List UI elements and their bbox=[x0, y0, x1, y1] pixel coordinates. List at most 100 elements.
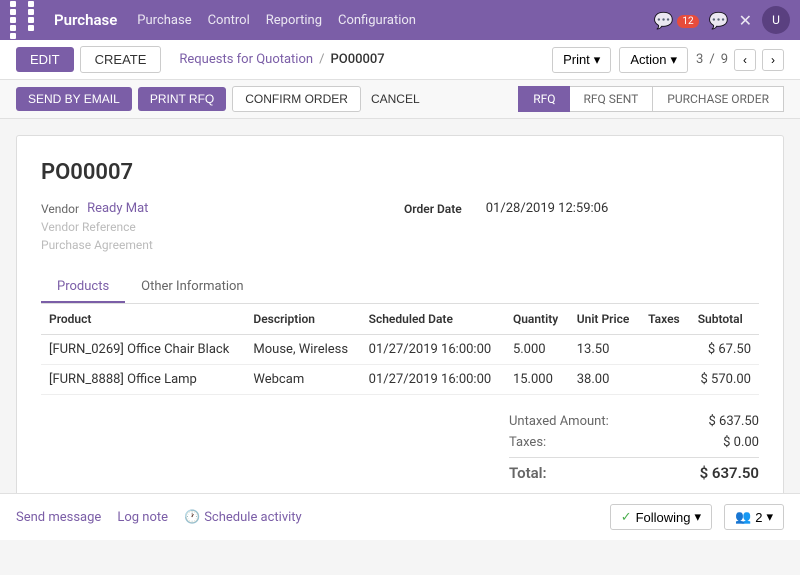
vendor-value[interactable]: Ready Mat bbox=[87, 201, 148, 216]
col-taxes: Taxes bbox=[640, 304, 690, 335]
status-tab-rfq[interactable]: RFQ bbox=[518, 86, 569, 112]
row1-product: [FURN_0269] Office Chair Black bbox=[41, 335, 245, 365]
status-tab-rfq-sent[interactable]: RFQ SENT bbox=[570, 86, 653, 112]
send-message-link[interactable]: Send message bbox=[16, 510, 101, 525]
totals-table: Untaxed Amount: $ 637.50 Taxes: $ 0.00 T… bbox=[509, 411, 759, 485]
action-chevron-icon: ▾ bbox=[670, 52, 677, 68]
cancel-button[interactable]: CANCEL bbox=[367, 87, 424, 111]
col-subtotal: Subtotal bbox=[690, 304, 759, 335]
navbar-menu-purchase[interactable]: Purchase bbox=[137, 9, 191, 32]
total-label: Total: bbox=[509, 464, 571, 482]
row2-subtotal: $ 570.00 bbox=[690, 365, 759, 395]
row2-description: Webcam bbox=[245, 365, 360, 395]
table-row[interactable]: [FURN_8888] Office Lamp Webcam 01/27/201… bbox=[41, 365, 759, 395]
totals-section: Untaxed Amount: $ 637.50 Taxes: $ 0.00 T… bbox=[41, 411, 759, 485]
notifications-icon[interactable]: 💬 12 bbox=[654, 11, 699, 30]
table-row[interactable]: [FURN_0269] Office Chair Black Mouse, Wi… bbox=[41, 335, 759, 365]
action-button[interactable]: Action ▾ bbox=[619, 47, 688, 73]
breadcrumb-parent[interactable]: Requests for Quotation bbox=[179, 52, 313, 67]
pagination-separator: / bbox=[709, 52, 714, 67]
create-button[interactable]: CREATE bbox=[80, 46, 162, 73]
action-label: Action bbox=[630, 52, 666, 67]
untaxed-label: Untaxed Amount: bbox=[509, 414, 633, 429]
row1-taxes bbox=[640, 335, 690, 365]
col-description: Description bbox=[245, 304, 360, 335]
col-unit-price: Unit Price bbox=[569, 304, 640, 335]
vendor-reference-label: Vendor Reference bbox=[41, 220, 136, 234]
table-header-row: Product Description Scheduled Date Quant… bbox=[41, 304, 759, 335]
following-label: Following bbox=[636, 510, 691, 525]
followers-chevron-icon: ▾ bbox=[766, 509, 773, 525]
pagination-total: 9 bbox=[721, 52, 728, 67]
breadcrumb: EDIT CREATE Requests for Quotation / PO0… bbox=[16, 46, 385, 73]
pagination-prev-button[interactable]: ‹ bbox=[734, 49, 756, 71]
breadcrumb-current: PO00007 bbox=[330, 52, 384, 67]
vendor-field: Vendor Ready Mat bbox=[41, 201, 396, 216]
action-bar: SEND BY EMAIL PRINT RFQ CONFIRM ORDER CA… bbox=[0, 80, 800, 119]
row2-scheduled-date: 01/27/2019 16:00:00 bbox=[361, 365, 505, 395]
apps-menu-button[interactable] bbox=[10, 1, 44, 39]
order-date-value: 01/28/2019 12:59:06 bbox=[486, 201, 609, 216]
untaxed-value: $ 637.50 bbox=[709, 414, 760, 429]
col-product: Product bbox=[41, 304, 245, 335]
doc-tabs: Products Other Information bbox=[41, 272, 759, 304]
status-tabs: RFQ RFQ SENT PURCHASE ORDER bbox=[518, 86, 784, 112]
row1-description: Mouse, Wireless bbox=[245, 335, 360, 365]
app-name: Purchase bbox=[54, 11, 117, 29]
bottom-right: ✓ Following ▾ 👥 2 ▾ bbox=[610, 504, 784, 530]
bottom-bar: Send message Log note 🕐 Schedule activit… bbox=[0, 493, 800, 540]
bottom-actions: Send message Log note 🕐 Schedule activit… bbox=[16, 510, 302, 525]
row2-unit-price: 38.00 bbox=[569, 365, 640, 395]
navbar-menu-reporting[interactable]: Reporting bbox=[266, 9, 322, 32]
row2-taxes bbox=[640, 365, 690, 395]
print-chevron-icon: ▾ bbox=[594, 52, 601, 68]
confirm-order-button[interactable]: CONFIRM ORDER bbox=[232, 86, 361, 112]
checkmark-icon: ✓ bbox=[621, 509, 632, 525]
followers-icon: 👥 bbox=[735, 509, 751, 525]
log-note-link[interactable]: Log note bbox=[117, 510, 168, 525]
purchase-agreement-field: Purchase Agreement bbox=[41, 238, 396, 252]
followers-button[interactable]: 👥 2 ▾ bbox=[724, 504, 784, 530]
notification-badge: 12 bbox=[677, 15, 698, 28]
send-email-button[interactable]: SEND BY EMAIL bbox=[16, 87, 132, 111]
total-row: Total: $ 637.50 bbox=[509, 457, 759, 485]
print-button[interactable]: Print ▾ bbox=[552, 47, 611, 73]
row2-quantity: 15.000 bbox=[505, 365, 569, 395]
purchase-agreement-label: Purchase Agreement bbox=[41, 238, 153, 252]
following-chevron-icon: ▾ bbox=[695, 509, 702, 525]
col-quantity: Quantity bbox=[505, 304, 569, 335]
document-fields: Vendor Ready Mat Vendor Reference Purcha… bbox=[41, 201, 759, 252]
tab-other-information[interactable]: Other Information bbox=[125, 272, 259, 303]
chat-icon[interactable]: 💬 bbox=[709, 11, 729, 30]
taxes-label: Taxes: bbox=[509, 435, 570, 450]
breadcrumb-separator: / bbox=[319, 52, 324, 67]
navbar: Purchase Purchase Control Reporting Conf… bbox=[0, 0, 800, 40]
vendor-reference-field: Vendor Reference bbox=[41, 220, 396, 234]
row1-quantity: 5.000 bbox=[505, 335, 569, 365]
row2-product: [FURN_8888] Office Lamp bbox=[41, 365, 245, 395]
edit-button[interactable]: EDIT bbox=[16, 47, 74, 72]
tab-products[interactable]: Products bbox=[41, 272, 125, 303]
pagination-current: 3 bbox=[696, 52, 703, 67]
user-avatar[interactable]: U bbox=[762, 6, 790, 34]
order-date-field: Order Date 01/28/2019 12:59:06 bbox=[404, 201, 759, 216]
status-tab-purchase-order[interactable]: PURCHASE ORDER bbox=[652, 86, 784, 112]
clock-icon: 🕐 bbox=[184, 510, 200, 525]
navbar-menu-control[interactable]: Control bbox=[208, 9, 250, 32]
pagination-next-button[interactable]: › bbox=[762, 49, 784, 71]
following-button[interactable]: ✓ Following ▾ bbox=[610, 504, 712, 530]
navbar-menu: Purchase Control Reporting Configuration bbox=[137, 9, 653, 32]
navbar-menu-configuration[interactable]: Configuration bbox=[338, 9, 416, 32]
close-icon[interactable]: ✕ bbox=[739, 11, 752, 30]
navbar-icons: 💬 12 💬 ✕ U bbox=[654, 6, 790, 34]
row1-unit-price: 13.50 bbox=[569, 335, 640, 365]
taxes-value: $ 0.00 bbox=[723, 435, 759, 450]
row1-scheduled-date: 01/27/2019 16:00:00 bbox=[361, 335, 505, 365]
total-value: $ 637.50 bbox=[700, 464, 759, 482]
action-buttons: SEND BY EMAIL PRINT RFQ CONFIRM ORDER CA… bbox=[16, 86, 424, 112]
vendor-label: Vendor bbox=[41, 202, 79, 216]
print-rfq-button[interactable]: PRINT RFQ bbox=[138, 87, 226, 111]
order-date-label: Order Date bbox=[404, 202, 462, 216]
schedule-activity-link[interactable]: 🕐 Schedule activity bbox=[184, 510, 302, 525]
followers-count: 2 bbox=[755, 510, 762, 525]
